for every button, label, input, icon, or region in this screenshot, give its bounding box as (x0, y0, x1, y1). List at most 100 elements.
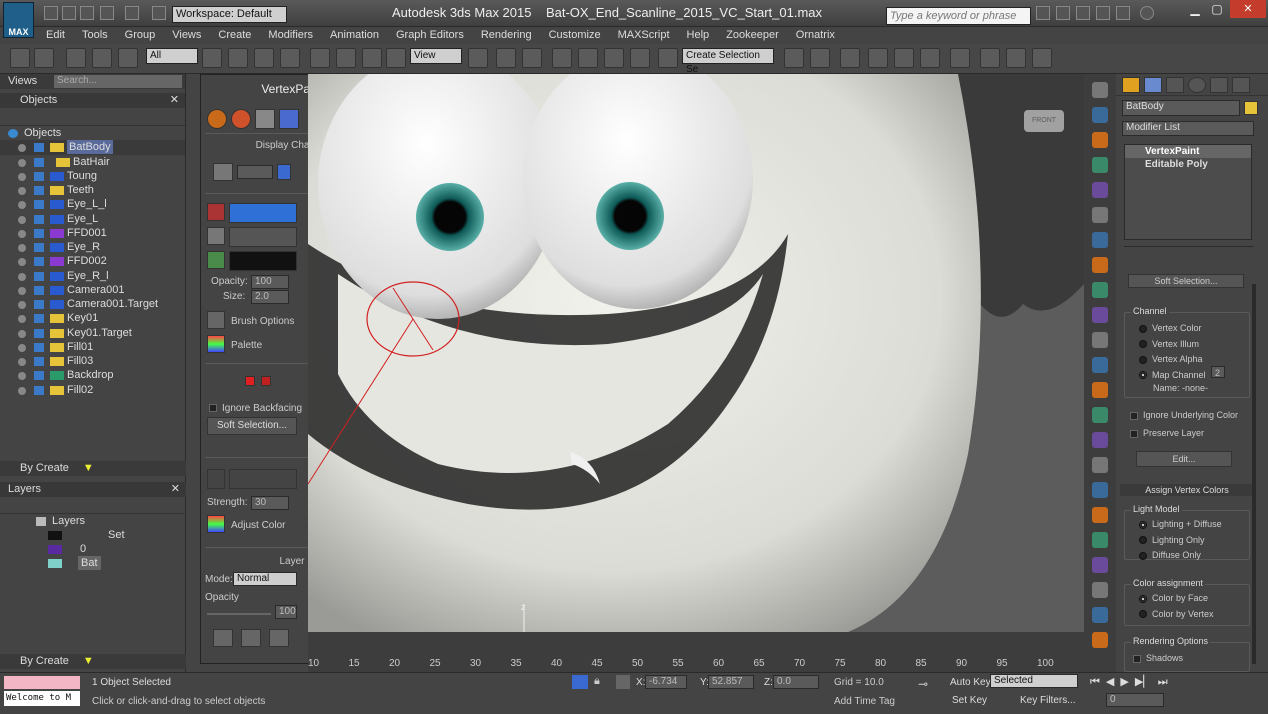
timeline[interactable]: 10 15 20 25 30 35 40 45 50 55 60 65 70 75 80 85 90 95 100 (308, 632, 1084, 672)
select-object-icon[interactable] (202, 48, 222, 68)
tree-item-ffd001[interactable]: FFD001 (0, 226, 185, 240)
cache-icon[interactable] (1092, 532, 1108, 548)
brush-options-label[interactable]: Brush Options (231, 316, 294, 327)
object-name-field[interactable]: BatBody (1122, 100, 1240, 116)
workspace-dropdown[interactable]: Workspace: Default (172, 6, 287, 23)
menu-help[interactable]: Help (687, 29, 710, 41)
smooth-icon[interactable] (1092, 607, 1108, 623)
close-panel-icon[interactable]: ✕ (170, 93, 179, 108)
eye-icon[interactable] (18, 343, 26, 352)
current-frame-input[interactable]: 0 (1106, 693, 1164, 707)
select-and-link-icon[interactable] (66, 48, 86, 68)
maxscript-listener-pink[interactable] (4, 676, 80, 689)
isolate-selection-icon[interactable] (572, 675, 588, 689)
tree-item-key01[interactable]: Key01 (0, 311, 185, 325)
z-coordinate-input[interactable]: 0.0 (773, 675, 819, 689)
curve-editor-icon[interactable] (894, 48, 914, 68)
cut-icon[interactable] (1092, 407, 1108, 423)
rendered-frame-icon[interactable] (1006, 48, 1026, 68)
menu-group[interactable]: Group (125, 29, 156, 41)
scale-icon[interactable] (362, 48, 382, 68)
eye-icon[interactable] (18, 229, 26, 238)
tree-item-backdrop[interactable]: Backdrop (0, 368, 185, 382)
mesh-icon[interactable] (1092, 207, 1108, 223)
strength-input[interactable]: 30 (251, 496, 289, 510)
eye-icon[interactable] (18, 258, 26, 267)
pivot-center-icon[interactable] (468, 48, 488, 68)
pick-color-swatch[interactable] (229, 251, 297, 271)
render-icon[interactable] (1092, 507, 1108, 523)
palette-icon[interactable] (207, 335, 225, 353)
move-icon[interactable] (310, 48, 330, 68)
eye-icon[interactable] (18, 272, 26, 281)
palette-label[interactable]: Palette (231, 340, 262, 351)
list-icon[interactable] (1092, 107, 1108, 123)
key-mode-dropdown[interactable]: Selected (990, 674, 1078, 688)
mirror-icon[interactable] (784, 48, 804, 68)
stack-item-vertexpaint[interactable]: VertexPaint (1125, 145, 1251, 158)
brush-icon[interactable] (1092, 382, 1108, 398)
menu-views[interactable]: Views (172, 29, 201, 41)
named-selection-dropdown[interactable]: Create Selection Se (682, 48, 774, 75)
angle-snap-icon[interactable] (578, 48, 598, 68)
tree-item-toung[interactable]: Toung (0, 169, 185, 183)
new-file-icon[interactable] (44, 6, 58, 20)
channel-radio-vertex-color[interactable]: Vertex Color (1139, 321, 1206, 337)
render-setup-icon[interactable] (980, 48, 1000, 68)
eye-icon[interactable] (18, 172, 26, 181)
close-layers-icon[interactable]: ✕ (171, 482, 180, 497)
modify-tab-icon[interactable] (1144, 77, 1162, 93)
undo-icon[interactable] (100, 6, 114, 20)
eraser-button[interactable] (229, 227, 297, 247)
help-icon[interactable] (1140, 6, 1154, 20)
auto-key-button[interactable]: Auto Key (950, 677, 991, 688)
perspective-viewport[interactable]: FRONT z (308, 74, 1084, 632)
channel-radio-vertex-illum[interactable]: Vertex Illum (1139, 337, 1206, 353)
delete-layer-icon[interactable] (241, 629, 261, 647)
reference-coordinate-dropdown[interactable]: View (410, 48, 462, 64)
opacity-input[interactable]: 100 (251, 275, 289, 289)
key-filters-button[interactable]: Key Filters... (1020, 695, 1076, 706)
soft-selection-button[interactable]: Soft Selection... (207, 417, 297, 435)
select-by-color-icon[interactable] (245, 376, 255, 386)
vertex-color-display-shaded-icon[interactable] (207, 109, 227, 129)
channel-cube-icon[interactable] (213, 163, 233, 181)
redo-icon[interactable] (125, 6, 139, 20)
adjust-icon[interactable] (1092, 582, 1108, 598)
menu-edit[interactable]: Edit (46, 29, 65, 41)
menu-rendering[interactable]: Rendering (481, 29, 532, 41)
preserve-layer-checkbox[interactable]: Preserve Layer (1130, 428, 1204, 438)
channel-radio-vertex-alpha[interactable]: Vertex Alpha (1139, 352, 1206, 368)
erase-icon[interactable] (207, 227, 225, 245)
render-production-icon[interactable] (1032, 48, 1052, 68)
align-icon[interactable] (810, 48, 830, 68)
tree-item-camera001-target[interactable]: Camera001.Target (0, 297, 185, 311)
channel-radio-map-channel[interactable]: Map Channel (1139, 368, 1206, 384)
eye-icon[interactable] (18, 358, 26, 366)
condense-layers-icon[interactable] (269, 629, 289, 647)
tree-item-eye-l-l[interactable]: Eye_L_l (0, 197, 185, 211)
comb-icon[interactable] (1092, 432, 1108, 448)
percent-snap-icon[interactable] (604, 48, 624, 68)
object-color-swatch[interactable] (1244, 101, 1258, 115)
grow-icon[interactable] (1092, 457, 1108, 473)
play-icon[interactable]: ▶ (1120, 676, 1128, 688)
tree-item-eye-r-l[interactable]: Eye_R_l (0, 269, 185, 283)
tree-item-bathair[interactable]: BatHair (0, 155, 185, 169)
favorites-icon[interactable] (1096, 6, 1110, 20)
tree-item-fill03[interactable]: Fill03 (0, 354, 185, 368)
select-by-color-alt-icon[interactable] (261, 376, 271, 386)
place-icon[interactable] (386, 48, 406, 68)
new-layer-icon[interactable] (213, 629, 233, 647)
menu-animation[interactable]: Animation (330, 29, 379, 41)
paint-brush-icon[interactable] (207, 203, 225, 221)
radio-color-by-vertex[interactable]: Color by Vertex (1139, 607, 1214, 623)
keyboard-shortcut-icon[interactable] (522, 48, 542, 68)
close-icon[interactable]: ✕ (1230, 0, 1266, 18)
menu-create[interactable]: Create (218, 29, 251, 41)
hierarchy-tab-icon[interactable] (1166, 77, 1184, 93)
motion-tab-icon[interactable] (1188, 77, 1206, 93)
paint-color-swatch[interactable] (229, 203, 297, 223)
pick-color-icon[interactable] (207, 251, 225, 269)
eye-icon[interactable] (18, 372, 26, 381)
